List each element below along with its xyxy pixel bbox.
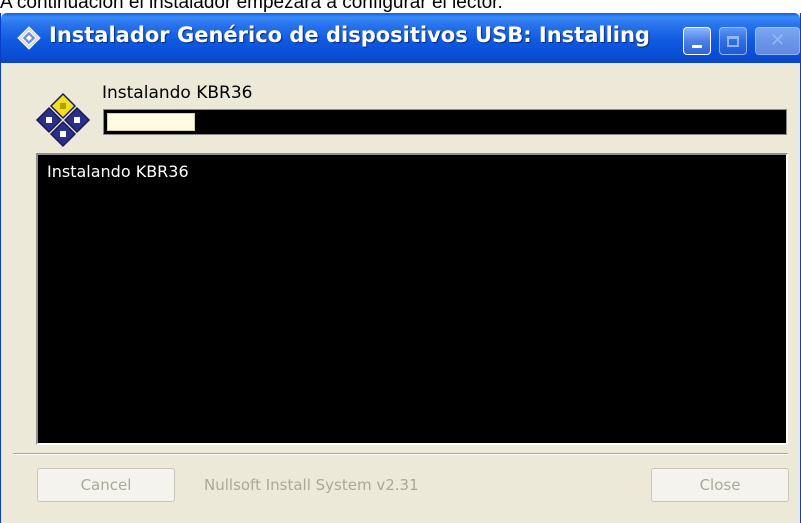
window-title: Instalador Genérico de dispositivos USB:… [49, 23, 650, 47]
document-caption: A continuación el instalador empezará a … [0, 0, 503, 13]
install-log[interactable]: Instalando KBR36 [36, 153, 788, 445]
minimize-button[interactable] [683, 27, 711, 55]
footer-separator [13, 453, 788, 455]
usb-device-diamonds-icon [35, 92, 91, 148]
close-button[interactable]: Close [651, 468, 789, 502]
install-progress-bar [103, 109, 787, 135]
close-window-button[interactable]: ✕ [755, 27, 800, 55]
title-bar[interactable]: Instalador Genérico de dispositivos USB:… [1, 13, 800, 63]
maximize-button[interactable] [719, 27, 747, 55]
maximize-icon [727, 35, 739, 47]
log-line: Instalando KBR36 [47, 162, 189, 181]
nsis-branding: Nullsoft Install System v2.31 [204, 476, 419, 494]
installer-window: Instalador Genérico de dispositivos USB:… [0, 13, 801, 523]
cancel-button[interactable]: Cancel [37, 468, 175, 502]
close-icon: ✕ [769, 30, 786, 51]
minimize-icon [692, 44, 702, 48]
progress-fill [107, 113, 195, 131]
installer-diamond-icon [17, 26, 41, 50]
install-status-label: Instalando KBR36 [102, 83, 253, 103]
